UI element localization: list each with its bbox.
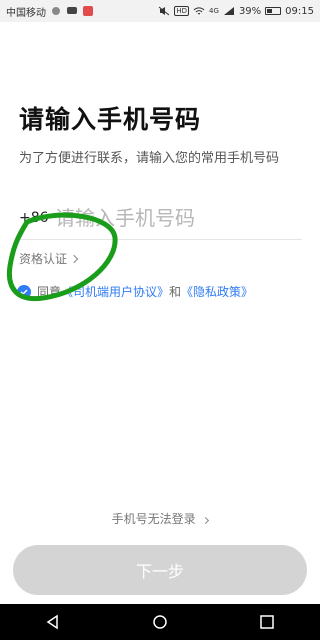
alt-login-label: 手机号无法登录 — [111, 512, 196, 526]
status-left: 中国移动 — [6, 4, 94, 19]
page-subtitle: 为了方便进行联系，请输入您的常用手机号码 — [19, 151, 280, 166]
battery-percent: 39% — [238, 5, 262, 17]
hd-icon: HD — [174, 6, 190, 16]
next-button[interactable]: 下一步 — [13, 545, 307, 595]
wifi-icon — [193, 7, 205, 15]
carrier-label: 中国移动 — [6, 7, 46, 19]
annotation-scribble — [6, 212, 118, 302]
signal-icon — [223, 7, 234, 15]
home-icon[interactable] — [150, 612, 170, 632]
battery-icon — [265, 7, 282, 15]
alt-login-link[interactable]: 手机号无法登录 — [0, 510, 320, 527]
mute-icon — [159, 6, 170, 16]
recents-icon[interactable] — [257, 612, 277, 632]
privacy-policy-link[interactable]: 《隐私政策》 — [181, 283, 253, 300]
status-bar: 中国移动 HD 4G 39% 09:15 — [0, 0, 320, 22]
clock: 09:15 — [285, 5, 314, 17]
back-icon[interactable] — [43, 612, 63, 632]
notification-icon — [52, 7, 60, 15]
navigation-bar — [0, 604, 320, 640]
chevron-right-icon — [202, 516, 210, 525]
agreement-and: 和 — [169, 285, 182, 299]
network-type: 4G — [209, 7, 219, 15]
status-right: HD 4G 39% 09:15 — [158, 6, 314, 17]
app-icon — [83, 6, 93, 16]
page-title: 请输入手机号码 — [19, 105, 202, 134]
message-icon — [67, 7, 77, 14]
